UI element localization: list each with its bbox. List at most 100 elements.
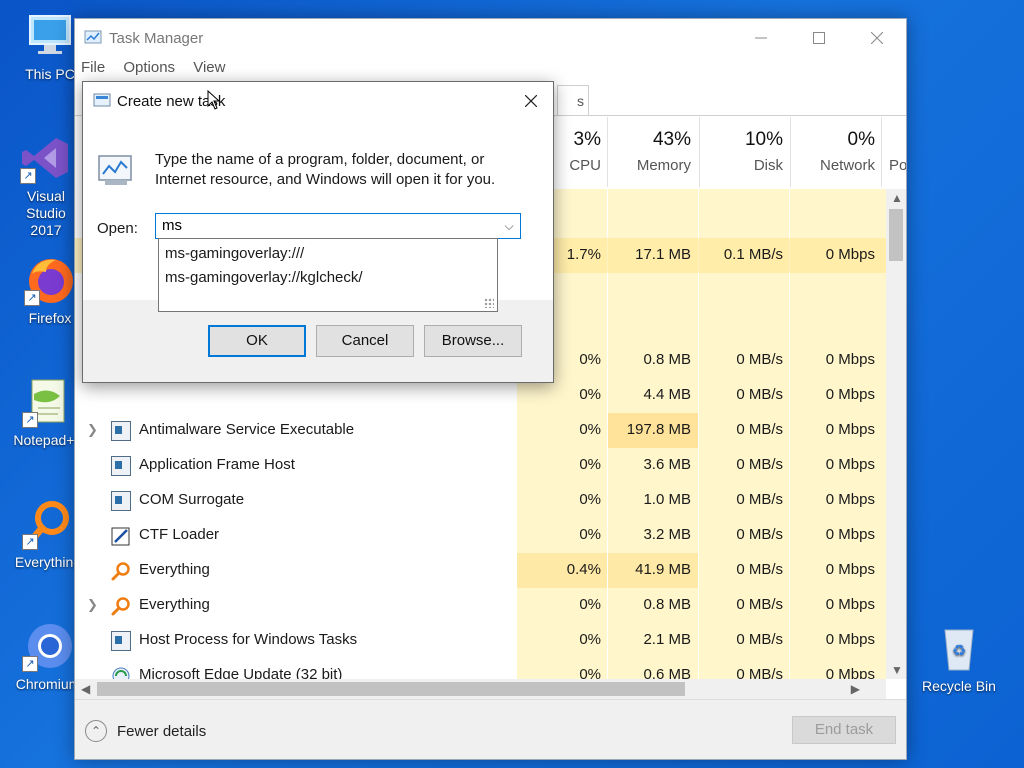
network-cell: 0 Mbps	[825, 386, 875, 403]
open-input-value[interactable]: ms	[162, 217, 182, 234]
magnifier-icon: ↗	[22, 498, 74, 550]
chevron-right-icon[interactable]: ❯	[87, 422, 98, 438]
disk-cell: 0 MB/s	[736, 456, 783, 473]
table-row[interactable]: COM Surrogate 0% 1.0 MB 0 MB/s 0 Mbps	[75, 483, 886, 518]
table-row[interactable]: ❯ Antimalware Service Executable 0% 197.…	[75, 413, 886, 448]
disk-cell: 0 MB/s	[736, 631, 783, 648]
chevron-down-icon[interactable]: ⌵	[498, 214, 520, 238]
column-header-memory[interactable]: 43% Memory	[615, 129, 691, 174]
vertical-scrollbar[interactable]: ▲ ▼	[886, 189, 906, 679]
power-percent	[889, 129, 906, 157]
cancel-button[interactable]: Cancel	[316, 325, 414, 357]
dialog-title-bar[interactable]: Create new task	[83, 82, 553, 120]
network-cell: 0 Mbps	[825, 596, 875, 613]
memory-cell: 3.2 MB	[643, 526, 691, 543]
disk-cell: 0 MB/s	[736, 666, 783, 679]
end-task-button[interactable]: End task	[792, 716, 896, 744]
recycle-bin-icon: ♻	[933, 622, 985, 674]
run-program-icon	[98, 155, 132, 185]
disk-cell: 0 MB/s	[736, 386, 783, 403]
table-row[interactable]: 0% 4.4 MB 0 MB/s 0 Mbps	[75, 378, 886, 413]
disk-cell: 0.1 MB/s	[723, 246, 783, 263]
app-window-icon	[111, 421, 131, 441]
scroll-down-icon[interactable]: ▼	[891, 663, 903, 677]
close-button[interactable]	[848, 19, 906, 57]
close-icon	[871, 32, 883, 44]
tab-details[interactable]: s	[557, 85, 589, 115]
dialog-close-button[interactable]	[509, 82, 553, 120]
column-separator	[607, 117, 608, 187]
ok-button[interactable]: OK	[208, 325, 306, 357]
menu-bar: File Options View	[81, 59, 239, 76]
window-title: Task Manager	[109, 30, 204, 47]
chevron-up-icon: ⌃	[85, 720, 107, 742]
disk-cell: 0 MB/s	[736, 596, 783, 613]
resize-grip-icon[interactable]	[484, 298, 494, 308]
browse-button[interactable]: Browse...	[424, 325, 522, 357]
table-row[interactable]: CTF Loader 0% 3.2 MB 0 MB/s 0 Mbps	[75, 518, 886, 553]
network-cell: 0 Mbps	[825, 351, 875, 368]
scroll-right-icon[interactable]: ▶	[851, 682, 860, 696]
magnifier-icon	[111, 562, 130, 581]
disk-cell: 0 MB/s	[736, 421, 783, 438]
column-header-power[interactable]: Po	[889, 129, 907, 174]
disk-label: Disk	[753, 157, 783, 174]
fewer-details-button[interactable]: ⌃ Fewer details	[85, 720, 206, 742]
cpu-cell: 0%	[579, 421, 601, 438]
memory-cell: 17.1 MB	[635, 246, 691, 263]
chevron-right-icon[interactable]: ❯	[87, 597, 98, 613]
disk-cell: 0 MB/s	[736, 561, 783, 578]
open-combobox[interactable]: ms ⌵	[155, 213, 521, 239]
table-row[interactable]: Microsoft Edge Update (32 bit) 0% 0.6 MB…	[75, 658, 886, 679]
table-row[interactable]: Host Process for Windows Tasks 0% 2.1 MB…	[75, 623, 886, 658]
scroll-thumb[interactable]	[889, 209, 903, 261]
cpu-cell: 0%	[579, 526, 601, 543]
column-separator	[699, 117, 700, 187]
scroll-left-icon[interactable]: ◀	[81, 682, 90, 696]
autocomplete-option[interactable]: ms-gamingoverlay://kglcheck/	[165, 269, 363, 286]
cpu-cell: 0%	[579, 631, 601, 648]
memory-label: Memory	[636, 157, 691, 174]
minimize-icon	[755, 37, 767, 39]
table-row[interactable]: Application Frame Host 0% 3.6 MB 0 MB/s …	[75, 448, 886, 483]
horizontal-scrollbar[interactable]: ◀ ▶	[75, 679, 886, 699]
memory-cell: 0.8 MB	[643, 596, 691, 613]
cpu-cell: 0.4%	[517, 553, 607, 588]
menu-view[interactable]: View	[193, 59, 225, 76]
memory-cell: 4.4 MB	[643, 386, 691, 403]
minimize-button[interactable]	[732, 19, 790, 57]
menu-options[interactable]: Options	[123, 59, 175, 76]
table-row[interactable]: ❯ Everything 0% 0.8 MB 0 MB/s 0 Mbps	[75, 588, 886, 623]
title-bar[interactable]: Task Manager	[75, 19, 906, 57]
column-separator	[881, 117, 882, 187]
network-cell: 0 Mbps	[825, 246, 875, 263]
dialog-description: Type the name of a program, folder, docu…	[155, 151, 496, 188]
desktop-icon-recycle-bin[interactable]: ♻ Recycle Bin	[920, 622, 998, 695]
maximize-button[interactable]	[790, 19, 848, 57]
scroll-up-icon[interactable]: ▲	[891, 191, 903, 205]
chromium-icon: ↗	[22, 620, 74, 672]
network-cell: 0 Mbps	[825, 561, 875, 578]
mouse-cursor-icon	[207, 90, 221, 110]
network-percent: 0%	[847, 129, 875, 150]
menu-file[interactable]: File	[81, 59, 105, 76]
memory-cell: 41.9 MB	[608, 553, 698, 588]
autocomplete-option[interactable]: ms-gamingoverlay:///	[165, 245, 304, 262]
memory-cell: 197.8 MB	[608, 413, 698, 448]
create-new-task-dialog: Create new task Type the name of a progr…	[82, 81, 554, 383]
process-name: Application Frame Host	[139, 456, 295, 473]
shortcut-arrow-icon: ↗	[24, 290, 40, 306]
scroll-thumb[interactable]	[97, 682, 685, 696]
memory-percent: 43%	[652, 129, 691, 150]
column-separator	[790, 117, 791, 187]
memory-cell: 3.6 MB	[643, 456, 691, 473]
column-header-network[interactable]: 0% Network	[795, 129, 875, 174]
power-label: Po	[889, 157, 907, 174]
open-label: Open:	[97, 220, 138, 237]
memory-cell: 2.1 MB	[643, 631, 691, 648]
desktop-icon-label: Recycle Bin	[922, 678, 996, 694]
table-row[interactable]: Everything 0.4% 41.9 MB 0 MB/s 0 Mbps	[75, 553, 886, 588]
visual-studio-icon: ↗	[20, 132, 72, 184]
column-header-disk[interactable]: 10% Disk	[705, 129, 783, 174]
computer-icon	[24, 10, 76, 62]
